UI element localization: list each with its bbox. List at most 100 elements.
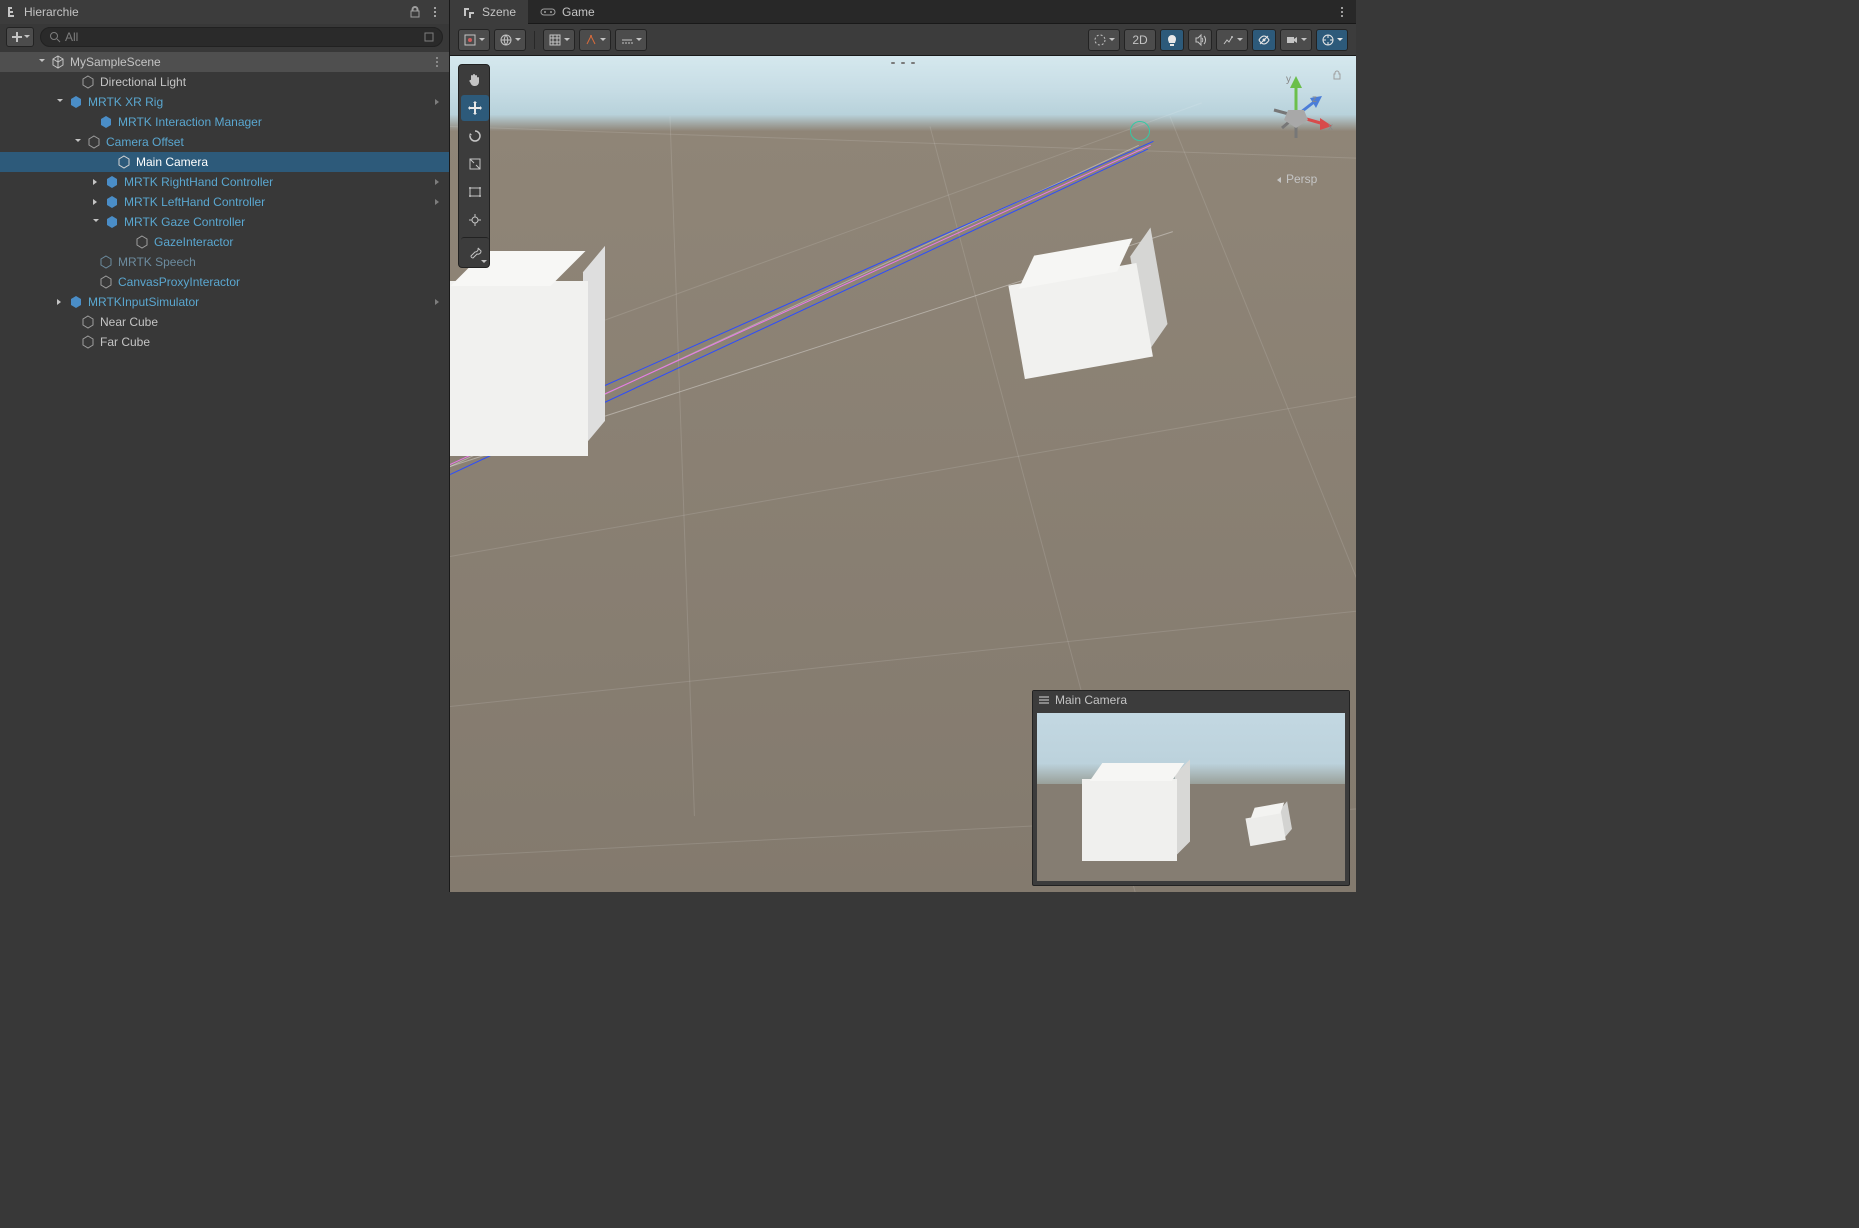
hierarchy-item-directional-light[interactable]: Directional Light	[0, 72, 449, 92]
hierarchy-item-label: Directional Light	[98, 75, 186, 89]
hierarchy-item-interaction-manager[interactable]: MRTK Interaction Manager	[0, 112, 449, 132]
hierarchy-tree: MySampleScene Directional Light MRTK XR …	[0, 50, 449, 892]
game-tab-icon	[540, 6, 556, 18]
move-tool[interactable]	[461, 95, 489, 121]
toolbar-lighting-button[interactable]	[1160, 29, 1184, 51]
search-type-icon[interactable]	[424, 32, 434, 42]
orientation-gizmo[interactable]: y z x Persp	[1246, 66, 1346, 186]
scene-root[interactable]: MySampleScene	[0, 52, 449, 72]
scene-tab-icon	[462, 5, 476, 19]
toolbar-2d-button[interactable]: 2D	[1124, 29, 1156, 51]
hand-tool[interactable]	[461, 67, 489, 93]
hierarchy-item-main-camera[interactable]: Main Camera	[0, 152, 449, 172]
hierarchy-item-near-cube[interactable]: Near Cube	[0, 312, 449, 332]
transform-tool[interactable]	[461, 207, 489, 233]
hierarchy-item-label: Far Cube	[98, 335, 150, 349]
hierarchy-item-mrtk-xr-rig[interactable]: MRTK XR Rig	[0, 92, 449, 112]
lock-icon[interactable]	[407, 4, 423, 20]
hierarchy-item-label: CanvasProxyInteractor	[116, 275, 240, 289]
camera-preview-header[interactable]: Main Camera	[1033, 691, 1349, 709]
gizmo-axis-x-label: x	[1328, 122, 1333, 133]
tab-scene[interactable]: Szene	[450, 0, 528, 24]
gameobject-icon	[80, 74, 96, 90]
search-field[interactable]	[40, 27, 443, 47]
tool-palette	[458, 64, 490, 268]
gizmo-lock-icon[interactable]	[1332, 70, 1342, 80]
foldout-icon[interactable]	[72, 136, 84, 148]
hierarchy-item-label: MRTK RightHand Controller	[122, 175, 273, 189]
toolbar-fx-button[interactable]	[1216, 29, 1248, 51]
open-prefab-icon[interactable]	[433, 198, 441, 206]
gameobject-icon	[86, 134, 102, 150]
prefab-icon	[104, 214, 120, 230]
open-prefab-icon[interactable]	[433, 178, 441, 186]
hierarchy-panel: Hierarchie	[0, 0, 450, 892]
toolbar-camera-button[interactable]	[1280, 29, 1312, 51]
preview-far-cube	[1244, 801, 1300, 849]
hierarchy-item-mrtk-speech[interactable]: MRTK Speech	[0, 252, 449, 272]
open-prefab-icon[interactable]	[433, 298, 441, 306]
hierarchy-item-camera-offset[interactable]: Camera Offset	[0, 132, 449, 152]
hierarchy-item-label: MRTKInputSimulator	[86, 295, 199, 309]
hierarchy-item-label: Camera Offset	[104, 135, 184, 149]
scene-name-label: MySampleScene	[68, 55, 161, 69]
toolbar-space-button[interactable]	[494, 29, 526, 51]
toolbar-drawmode-button[interactable]	[1088, 29, 1120, 51]
toolbar-snap-button[interactable]	[615, 29, 647, 51]
tab-scene-label: Szene	[482, 5, 516, 19]
scene-context-menu-icon[interactable]	[431, 56, 443, 68]
far-cube-mesh	[1004, 233, 1186, 399]
foldout-icon[interactable]	[90, 216, 102, 228]
foldout-icon[interactable]	[54, 96, 66, 108]
foldout-icon[interactable]	[54, 296, 66, 308]
scene-tabs: Szene Game	[450, 0, 1356, 24]
camera-preview[interactable]: Main Camera	[1032, 690, 1350, 886]
hierarchy-item-far-cube[interactable]: Far Cube	[0, 332, 449, 352]
gameobject-icon	[98, 274, 114, 290]
tab-game[interactable]: Game	[528, 0, 607, 24]
hierarchy-item-input-simulator[interactable]: MRTKInputSimulator	[0, 292, 449, 312]
toolbar-2d-label: 2D	[1132, 33, 1147, 47]
hierarchy-item-label: Near Cube	[98, 315, 158, 329]
toolbar-snap-increment-button[interactable]	[579, 29, 611, 51]
drag-handle-icon[interactable]	[1039, 696, 1049, 704]
add-button[interactable]	[6, 27, 34, 47]
scene-view[interactable]: y z x Persp Main Camera	[450, 56, 1356, 892]
camera-preview-title: Main Camera	[1055, 693, 1127, 707]
kebab-menu-icon[interactable]	[427, 4, 443, 20]
hierarchy-header: Hierarchie	[0, 0, 449, 24]
hierarchy-item-gaze-interactor[interactable]: GazeInteractor	[0, 232, 449, 252]
toolbar-gizmos-button[interactable]	[1316, 29, 1348, 51]
hierarchy-item-left-hand[interactable]: MRTK LeftHand Controller	[0, 192, 449, 212]
hierarchy-title: Hierarchie	[24, 5, 79, 19]
rect-tool[interactable]	[461, 179, 489, 205]
rotate-tool[interactable]	[461, 123, 489, 149]
gizmo-projection-label[interactable]: Persp	[1275, 172, 1318, 186]
toolbar-grid-snap-button[interactable]	[543, 29, 575, 51]
gameobject-icon	[80, 334, 96, 350]
toolbar-pivot-button[interactable]	[458, 29, 490, 51]
open-prefab-icon[interactable]	[433, 98, 441, 106]
scene-panel: Szene Game 2D	[450, 0, 1356, 892]
foldout-icon[interactable]	[90, 176, 102, 188]
hierarchy-item-label: MRTK Speech	[116, 255, 196, 269]
gameobject-icon	[98, 254, 114, 270]
kebab-menu-icon[interactable]	[1328, 6, 1356, 18]
hierarchy-item-right-hand[interactable]: MRTK RightHand Controller	[0, 172, 449, 192]
prefab-icon	[68, 294, 84, 310]
foldout-icon[interactable]	[36, 56, 48, 68]
scene-toolbar: 2D	[450, 24, 1356, 56]
foldout-icon[interactable]	[90, 196, 102, 208]
search-input[interactable]	[65, 30, 420, 44]
hierarchy-item-canvas-proxy[interactable]: CanvasProxyInteractor	[0, 272, 449, 292]
gameobject-icon	[116, 154, 132, 170]
hierarchy-item-gaze-controller[interactable]: MRTK Gaze Controller	[0, 212, 449, 232]
hierarchy-icon	[6, 5, 20, 19]
gameobject-icon	[134, 234, 150, 250]
hierarchy-item-label: MRTK XR Rig	[86, 95, 163, 109]
toolbar-audio-button[interactable]	[1188, 29, 1212, 51]
toolbar-visibility-button[interactable]	[1252, 29, 1276, 51]
overlay-grip-handle[interactable]	[891, 62, 915, 68]
custom-tools-button[interactable]	[461, 237, 489, 265]
scale-tool[interactable]	[461, 151, 489, 177]
